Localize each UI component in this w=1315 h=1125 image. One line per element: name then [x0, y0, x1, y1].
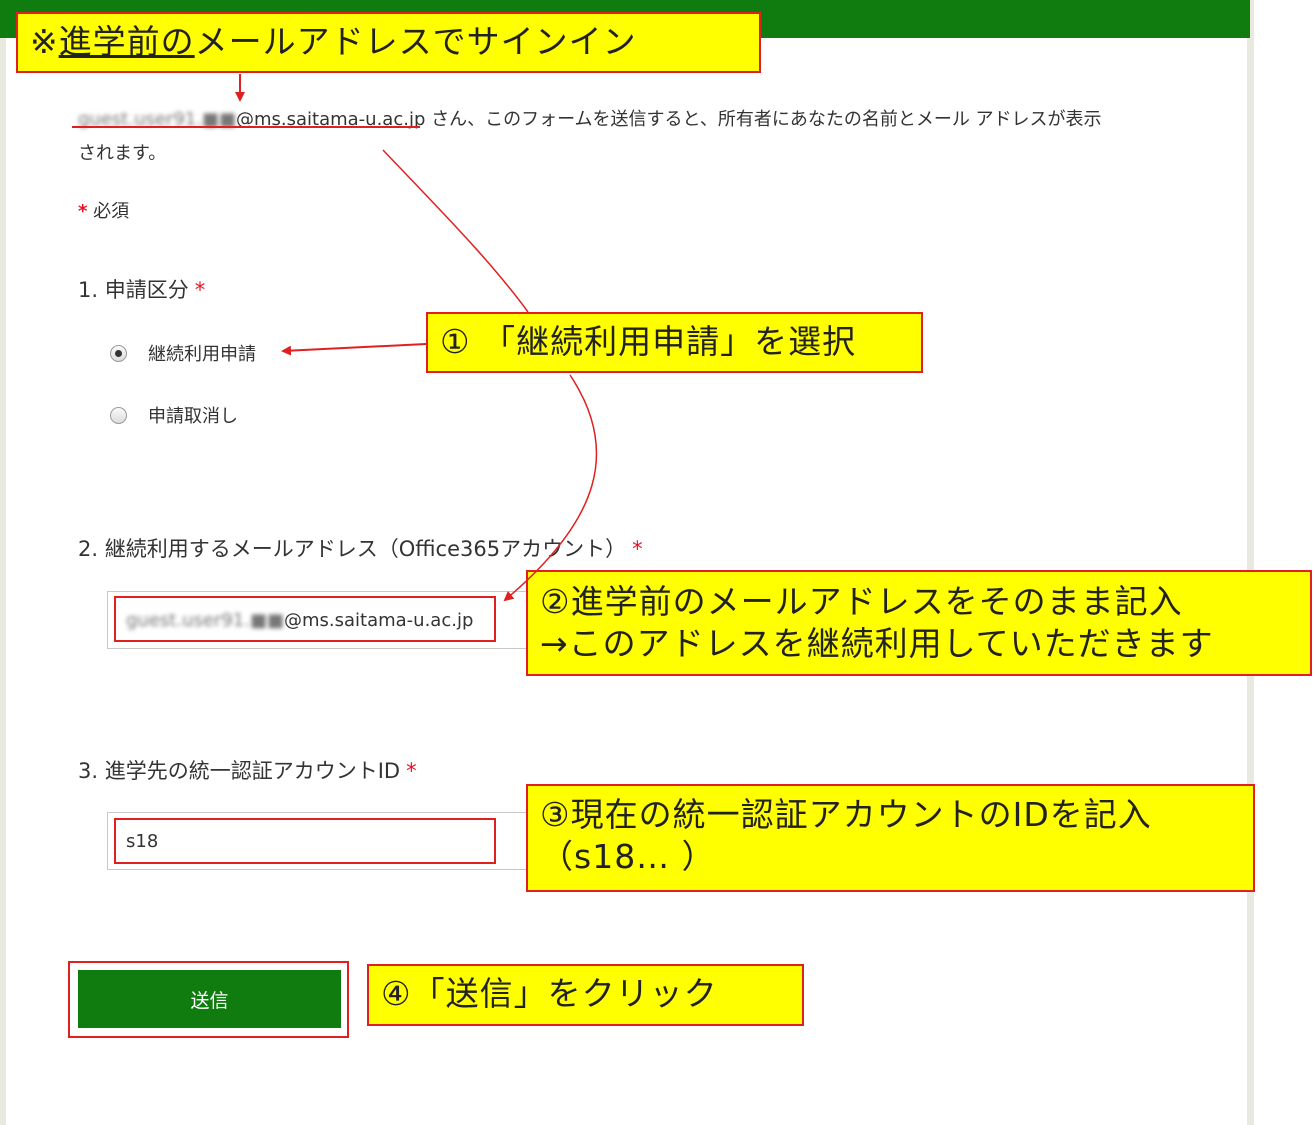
signin-message: guest.user91.■■@ms.saitama-u.ac.jp さん、この… — [78, 103, 1198, 171]
highlight-email-underline — [72, 126, 420, 128]
question3-required-star: * — [406, 759, 417, 783]
callout-step4-text: ④「送信」をクリック — [381, 974, 718, 1013]
required-note: * 必須 — [78, 197, 129, 223]
question3-title: 3. 進学先の統一認証アカウントID * — [78, 755, 417, 785]
radio-continue-label: 継続利用申請 — [148, 344, 256, 365]
radio-cancel-label: 申請取消し — [148, 406, 238, 427]
highlight-email-field — [114, 596, 496, 642]
callout-step3-line2: （s18… ） — [540, 837, 716, 876]
arrow-step1-to-radio — [281, 343, 427, 356]
callout-step1-text: ① 「継続利用申請」を選択 — [440, 322, 857, 361]
question2-required-star: * — [632, 537, 643, 561]
radio-option-cancel[interactable]: 申請取消し — [110, 402, 238, 428]
highlight-id-field — [114, 818, 496, 864]
question3-title-text: 3. 進学先の統一認証アカウントID — [78, 759, 401, 783]
question1-title: 1. 申請区分 * — [78, 274, 205, 304]
radio-option-continue[interactable]: 継続利用申請 — [110, 340, 256, 366]
curve-email-to-step1 — [382, 149, 529, 313]
callout-step1: ① 「継続利用申請」を選択 — [426, 312, 923, 373]
question2-title-text: 2. 継続利用するメールアドレス（Office365アカウント） — [78, 537, 627, 561]
radio-continue[interactable] — [110, 344, 127, 362]
highlight-submit-button — [68, 961, 349, 1038]
callout-step3-line1: ③現在の統一認証アカウントのIDを記入 — [540, 795, 1152, 834]
callout-step3: ③現在の統一認証アカウントのIDを記入 （s18… ） — [526, 784, 1255, 892]
signin-message-part1: さん、このフォームを送信すると、所有者にあなたの名前とメール アドレスが表示 — [425, 109, 1102, 130]
callout-step2: ②進学前のメールアドレスをそのまま記入 →このアドレスを継続利用していただきます — [526, 570, 1312, 676]
callout-step4: ④「送信」をクリック — [367, 964, 804, 1026]
callout-signin-underlined: 進学前の — [58, 22, 195, 61]
callout-step2-line2: →このアドレスを継続利用していただきます — [540, 624, 1214, 663]
page-border-left — [0, 0, 6, 1125]
signin-email-blurred: guest.user91.■■ — [78, 109, 236, 130]
question1-title-text: 1. 申請区分 — [78, 278, 189, 302]
callout-signin-rest: メールアドレスでサインイン — [194, 22, 637, 61]
question1-required-star: * — [194, 278, 206, 302]
question2-title: 2. 継続利用するメールアドレス（Office365アカウント） * — [78, 533, 643, 563]
required-text: 必須 — [93, 201, 130, 222]
callout-signin-prefix: ※ — [30, 22, 59, 61]
callout-signin-note: ※進学前のメールアドレスでサインイン — [16, 12, 761, 73]
required-star: * — [78, 201, 88, 222]
callout-step2-line1: ②進学前のメールアドレスをそのまま記入 — [540, 582, 1183, 621]
radio-cancel[interactable] — [110, 406, 127, 424]
page-border-right — [1247, 0, 1254, 1125]
signin-message-part2: されます。 — [78, 143, 167, 164]
curve-step1-to-field — [503, 374, 598, 602]
